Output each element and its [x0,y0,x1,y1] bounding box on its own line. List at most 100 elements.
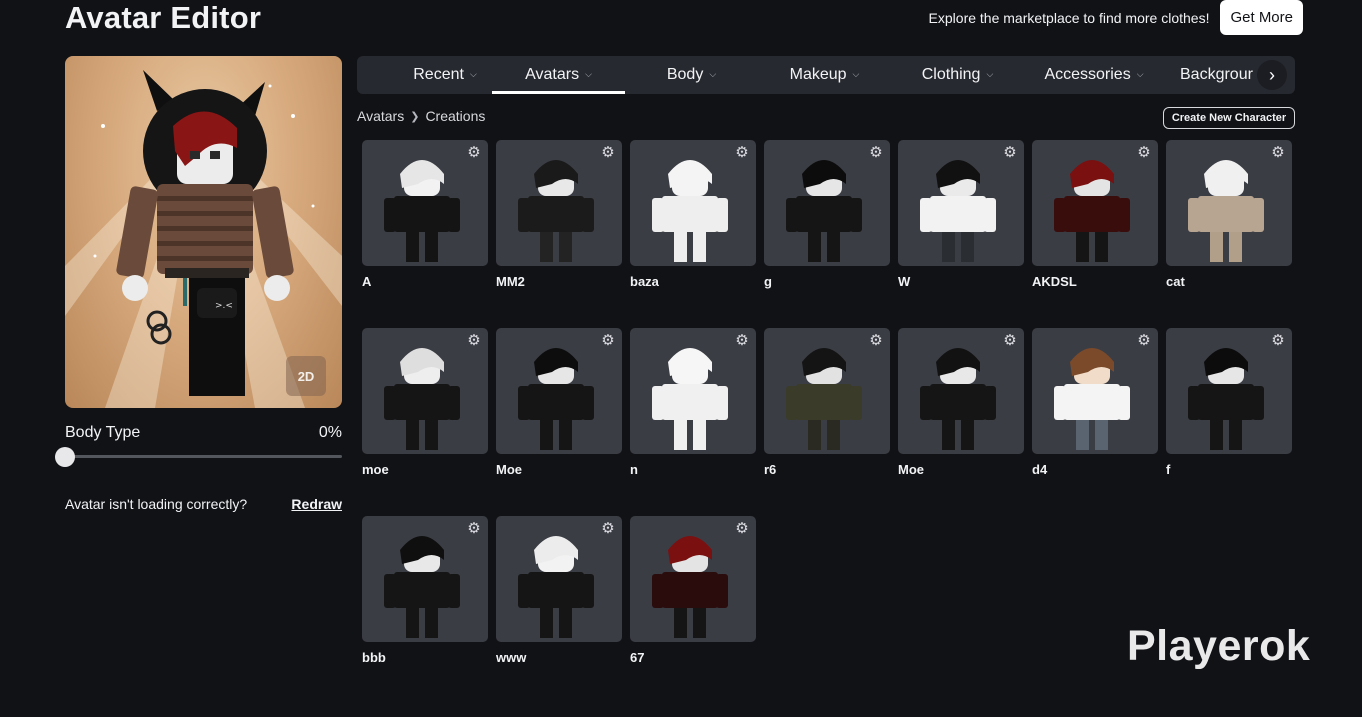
tab-accessories[interactable]: Accessories ⌵ [1024,56,1164,94]
chevron-down-icon: ⌵ [709,69,717,79]
tab-recent[interactable]: Recent ⌵ [385,56,505,94]
gear-icon[interactable]: ⚙ [1270,333,1286,349]
gear-icon[interactable]: ⚙ [466,521,482,537]
avatar-thumbnail[interactable]: ⚙ [496,140,622,266]
get-more-button[interactable]: Get More [1220,0,1303,35]
avatar-card[interactable]: ⚙ f [1166,328,1292,488]
avatar-thumbnail[interactable]: ⚙ [898,328,1024,454]
avatar-card[interactable]: ⚙ g [764,140,890,300]
avatar-editor-page: Avatar Editor Explore the marketplace to… [0,0,1362,717]
tab-makeup[interactable]: Makeup ⌵ [758,56,891,94]
breadcrumb: Avatars ❯ Creations [357,108,485,124]
avatar-name: 67 [630,650,645,665]
tab-body[interactable]: Body ⌵ [625,56,758,94]
avatar-thumbnail[interactable]: ⚙ [496,328,622,454]
gear-icon[interactable]: ⚙ [600,145,616,161]
avatar-name: d4 [1032,462,1048,477]
slider-thumb[interactable] [55,447,75,467]
redraw-link[interactable]: Redraw [291,496,342,512]
svg-text:>.<: >.< [215,301,233,311]
tab-background[interactable]: Backgrour [1164,56,1264,94]
avatar-card[interactable]: ⚙ MM2 [496,140,622,300]
avatar-name: cat [1166,274,1185,289]
tab-label: Recent [413,66,464,83]
chevron-right-icon[interactable]: › [1257,60,1287,90]
tab-label: Body [666,66,704,83]
avatar-name: www [496,650,527,665]
gear-icon[interactable]: ⚙ [1270,145,1286,161]
chevron-right-icon: ❯ [410,110,420,123]
gear-icon[interactable]: ⚙ [466,333,482,349]
avatar-preview[interactable]: >.< 2D [65,56,342,408]
slider-track[interactable] [65,455,342,458]
toggle-2d-button[interactable]: 2D [286,356,326,396]
gear-icon[interactable]: ⚙ [868,333,884,349]
avatar-card[interactable]: ⚙ moe [362,328,488,488]
avatar-thumbnail[interactable]: ⚙ [1166,140,1292,266]
tab-label: Makeup [789,66,847,83]
gear-icon[interactable]: ⚙ [600,333,616,349]
avatar-thumbnail[interactable]: ⚙ [1166,328,1292,454]
breadcrumb-avatars[interactable]: Avatars [357,108,404,124]
avatar-thumbnail[interactable]: ⚙ [496,516,622,642]
avatar-thumbnail[interactable]: ⚙ [362,516,488,642]
tab-label: Clothing [921,66,981,83]
gear-icon[interactable]: ⚙ [1136,145,1152,161]
avatar-thumbnail[interactable]: ⚙ [630,140,756,266]
gear-icon[interactable]: ⚙ [1136,333,1152,349]
avatar-card[interactable]: ⚙ baza [630,140,756,300]
avatar-card[interactable]: ⚙ www [496,516,622,676]
gear-icon[interactable]: ⚙ [466,145,482,161]
avatar-thumbnail[interactable]: ⚙ [764,140,890,266]
body-type-slider[interactable] [55,447,342,467]
avatar-thumbnail[interactable]: ⚙ [1032,140,1158,266]
avatar-name: AKDSL [1032,274,1077,289]
gear-icon[interactable]: ⚙ [868,145,884,161]
avatar-card[interactable]: ⚙ W [898,140,1024,300]
tab-label: Accessories [1044,66,1131,83]
avatar-card[interactable]: ⚙ 67 [630,516,756,676]
avatar-name: A [362,274,372,289]
avatar-card[interactable]: ⚙ A [362,140,488,300]
avatar-card[interactable]: ⚙ cat [1166,140,1292,300]
tab-clothing[interactable]: Clothing ⌵ [891,56,1024,94]
loading-help-text: Avatar isn't loading correctly? [65,496,248,512]
avatar-card[interactable]: ⚙ d4 [1032,328,1158,488]
body-type-label: Body Type [65,424,141,441]
avatar-name: W [898,274,911,289]
gear-icon[interactable]: ⚙ [1002,333,1018,349]
avatar-card[interactable]: ⚙ r6 [764,328,890,488]
create-new-character-button[interactable]: Create New Character [1163,107,1295,129]
avatar-card[interactable]: ⚙ n [630,328,756,488]
avatar-thumbnail[interactable]: ⚙ [898,140,1024,266]
gear-icon[interactable]: ⚙ [734,521,750,537]
avatar-thumbnail[interactable]: ⚙ [630,516,756,642]
avatar-card[interactable]: ⚙ Moe [898,328,1024,488]
breadcrumb-creations[interactable]: Creations [425,108,485,124]
watermark-logo: Playerok [1127,622,1311,670]
body-type-row: Body Type 0% [65,424,342,442]
gear-icon[interactable]: ⚙ [734,145,750,161]
avatar-name: moe [362,462,389,477]
chevron-down-icon: ⌵ [1136,69,1144,79]
tab-label: Backgrour [1180,66,1253,83]
loading-help-row: Avatar isn't loading correctly? Redraw [65,496,342,512]
avatar-card[interactable]: ⚙ Moe [496,328,622,488]
avatar-thumbnail[interactable]: ⚙ [362,140,488,266]
gear-icon[interactable]: ⚙ [1002,145,1018,161]
gear-icon[interactable]: ⚙ [600,521,616,537]
avatar-thumbnail[interactable]: ⚙ [764,328,890,454]
avatar-thumbnail[interactable]: ⚙ [1032,328,1158,454]
chevron-down-icon: ⌵ [852,69,860,79]
tab-label: Avatars [525,66,580,83]
marketplace-text: Explore the marketplace to find more clo… [928,9,1210,26]
avatar-name: Moe [898,462,924,477]
tab-avatars[interactable]: Avatars ⌵ [492,56,625,94]
avatar-card[interactable]: ⚙ AKDSL [1032,140,1158,300]
avatar-thumbnail[interactable]: ⚙ [630,328,756,454]
avatar-name: MM2 [496,274,525,289]
avatar-name: baza [630,274,659,289]
avatar-card[interactable]: ⚙ bbb [362,516,488,676]
avatar-thumbnail[interactable]: ⚙ [362,328,488,454]
gear-icon[interactable]: ⚙ [734,333,750,349]
